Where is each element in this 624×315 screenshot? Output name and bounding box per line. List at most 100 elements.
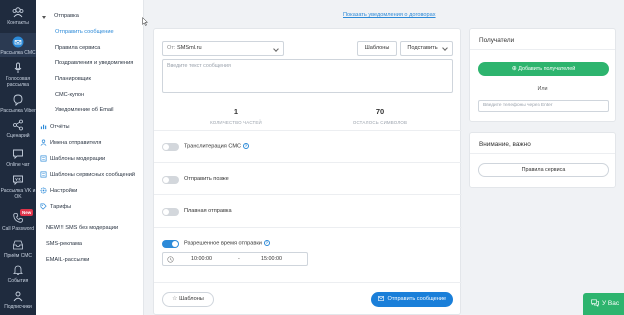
sender-value: SMSml.ru bbox=[177, 45, 202, 51]
submenu-item-settings[interactable]: Настройки bbox=[40, 187, 77, 194]
submenu-item-reports[interactable]: Отчёты bbox=[40, 123, 70, 130]
smooth-send-toggle[interactable] bbox=[162, 208, 179, 216]
envelope-icon bbox=[377, 296, 384, 301]
parts-label: КОЛИЧЕСТВО ЧАСТЕЙ bbox=[210, 120, 262, 125]
contacts-icon bbox=[12, 7, 24, 18]
or-label: Или bbox=[537, 86, 548, 92]
toggle-knob bbox=[163, 144, 169, 150]
vk-icon bbox=[13, 175, 23, 186]
submenu-item-sender-names[interactable]: Имена отправителя bbox=[40, 139, 101, 146]
send-message-label: Отправить сообщение bbox=[387, 296, 447, 302]
submenu-item-email-campaigns[interactable]: EMAIL-рассылки bbox=[46, 257, 89, 263]
templates-icon bbox=[40, 155, 47, 162]
contract-notifications-link[interactable]: Показать уведомления о договорах bbox=[343, 12, 436, 18]
toggle-knob bbox=[163, 209, 169, 215]
reports-icon bbox=[40, 124, 47, 130]
gear-icon bbox=[40, 187, 47, 194]
submenu-item-label: Тарифы bbox=[50, 203, 72, 210]
submenu-item-label: Отчёты bbox=[50, 123, 70, 130]
add-user-icon: ⊕ bbox=[511, 66, 517, 72]
submenu-item-rules[interactable]: Правила сервиса bbox=[55, 45, 100, 51]
submenu-item-email-notify[interactable]: Уведомление об Email bbox=[55, 107, 113, 113]
sms-submenu: Отправка Отправить сообщение Правила сер… bbox=[36, 0, 148, 315]
message-textarea[interactable]: Введите текст сообщения bbox=[162, 59, 453, 93]
submenu-item-coupon[interactable]: СМС-купон bbox=[55, 92, 84, 98]
help-icon[interactable]: ? bbox=[243, 143, 250, 149]
rail-label: Сценарий bbox=[6, 133, 30, 139]
time-from-value[interactable]: 10:00:00 bbox=[191, 256, 212, 262]
submenu-item-greetings[interactable]: Поздравления и уведомления bbox=[55, 60, 133, 66]
parts-count: 1 bbox=[233, 107, 239, 116]
time-to-value[interactable]: 15:00:00 bbox=[261, 256, 282, 262]
rail-item-events[interactable]: События bbox=[0, 264, 36, 284]
recipients-title: Получатели bbox=[479, 37, 515, 44]
rail-item-contacts[interactable]: Контакты bbox=[0, 6, 36, 26]
toggle-knob bbox=[172, 241, 178, 247]
rail-item-viber[interactable]: Рассылка Viber bbox=[0, 94, 36, 114]
rail-item-scenario[interactable]: Сценарий bbox=[0, 119, 36, 139]
rail-label: События bbox=[7, 278, 29, 284]
templates-icon bbox=[40, 171, 47, 178]
help-icon[interactable]: ? bbox=[263, 240, 270, 246]
share-icon bbox=[13, 119, 23, 131]
sender-select[interactable]: От: SMSml.ru bbox=[162, 41, 284, 56]
rail-item-inbox[interactable]: Приём СМС bbox=[0, 239, 36, 259]
divider bbox=[470, 49, 615, 50]
submenu-item-moderation-templates[interactable]: Шаблоны модерации bbox=[40, 155, 105, 162]
microphone-icon bbox=[14, 62, 22, 73]
divider bbox=[154, 130, 462, 131]
option-label: Разрешенное время отправки bbox=[184, 240, 262, 247]
submenu-item-send-message[interactable]: Отправить сообщение bbox=[55, 29, 114, 35]
allowed-time-range[interactable]: 10:00:00 - 15:00:00 bbox=[162, 252, 308, 266]
rail-label: Приём СМС bbox=[3, 253, 33, 259]
rail-item-subscribers[interactable]: Подписчики bbox=[0, 290, 36, 310]
rail-item-sms[interactable]: Рассылка СМС bbox=[0, 33, 36, 57]
viber-icon bbox=[13, 94, 23, 106]
submenu-item-sms-ads[interactable]: SMS-реклама bbox=[46, 241, 82, 247]
allowed-time-label: Разрешенное время отправки? bbox=[184, 240, 270, 246]
collapse-caret-icon[interactable] bbox=[42, 16, 46, 19]
rail-item-vk-ok[interactable]: Рассылка VK и OK bbox=[0, 174, 36, 200]
chat-widget[interactable]: У Вас bbox=[583, 293, 624, 315]
toggle-knob bbox=[163, 177, 169, 183]
chevron-down-icon bbox=[442, 45, 448, 51]
rail-label: Рассылка СМС bbox=[0, 50, 36, 56]
time-separator: - bbox=[238, 256, 240, 262]
allowed-time-toggle[interactable] bbox=[162, 240, 179, 248]
submenu-item-label: Шаблоны сервисных сообщений bbox=[50, 171, 135, 178]
rail-item-voice[interactable]: Голосовая рассылка bbox=[0, 62, 36, 88]
rail-label: Online чат bbox=[6, 162, 30, 168]
add-recipients-button[interactable]: ⊕ Добавить получателей bbox=[478, 62, 609, 76]
star-icon: ☆ bbox=[172, 296, 178, 302]
divider bbox=[154, 194, 462, 195]
footer-templates-label: Шаблоны bbox=[179, 296, 204, 302]
chevron-down-icon bbox=[273, 46, 279, 52]
insert-button-label: Подставить bbox=[407, 45, 438, 51]
footer-templates-button[interactable]: ☆ Шаблоны bbox=[162, 292, 214, 307]
clock-icon bbox=[167, 256, 174, 263]
divider bbox=[154, 282, 462, 283]
notice-panel: Внимание, важно Правила сервиса bbox=[469, 132, 616, 188]
chat-bubbles-icon bbox=[591, 299, 599, 308]
submenu-item-label: Имена отправителя bbox=[50, 139, 102, 146]
submenu-item-sms-no-moderation[interactable]: NEW!!! SMS без модерации bbox=[46, 225, 118, 231]
rail-item-online-chat[interactable]: Online чат bbox=[0, 148, 36, 168]
phones-input[interactable]: Введите телефоны через Enter bbox=[478, 100, 609, 112]
chat-widget-label: У Вас bbox=[602, 300, 620, 307]
transliteration-toggle[interactable] bbox=[162, 143, 179, 151]
insert-button[interactable]: Подставить bbox=[400, 41, 453, 56]
submenu-item-tariffs[interactable]: Тарифы bbox=[40, 203, 71, 210]
send-later-toggle[interactable] bbox=[162, 176, 179, 184]
recipients-panel: Получатели ⊕ Добавить получателей Или Вв… bbox=[469, 28, 616, 122]
rail-item-call-password[interactable]: New Call Password bbox=[0, 209, 36, 232]
submenu-header-send[interactable]: Отправка bbox=[54, 13, 79, 19]
submenu-item-scheduler[interactable]: Планировщик bbox=[55, 76, 91, 82]
service-rules-button[interactable]: Правила сервиса bbox=[478, 163, 609, 177]
templates-button[interactable]: Шаблоны bbox=[357, 41, 397, 56]
chat-icon bbox=[13, 149, 23, 160]
submenu-item-service-templates[interactable]: Шаблоны сервисных сообщений bbox=[40, 171, 135, 178]
rail-label: Контакты bbox=[7, 20, 29, 26]
submenu-item-label: Настройки bbox=[50, 187, 78, 194]
divider bbox=[470, 153, 615, 154]
send-message-button[interactable]: Отправить сообщение bbox=[371, 292, 453, 307]
